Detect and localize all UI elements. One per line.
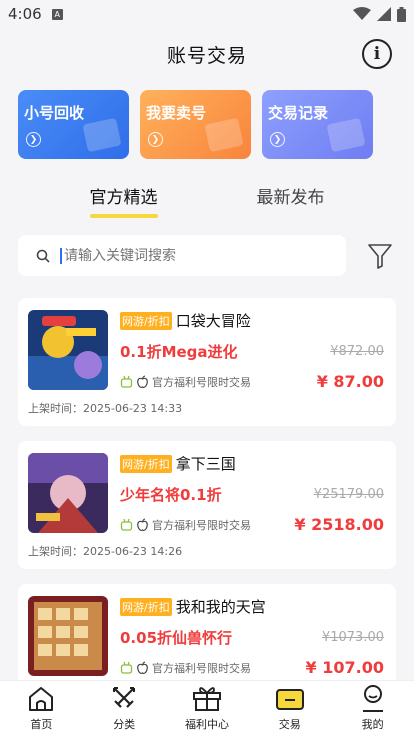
game-name: 口袋大冒险 bbox=[175, 312, 251, 330]
swords-icon bbox=[113, 687, 136, 708]
listing-time: 上架时间：2025-06-23 14:26 bbox=[28, 545, 183, 558]
filter-icon[interactable] bbox=[368, 243, 392, 269]
tabbar-label: 福利中心 bbox=[184, 718, 229, 731]
tile-sell-account[interactable]: 我要卖号 ❯ bbox=[140, 90, 251, 159]
apple-icon bbox=[137, 660, 148, 674]
category-tag: 网游/折扣 bbox=[120, 454, 172, 473]
notification-a-icon: A bbox=[51, 8, 63, 20]
android-icon bbox=[120, 661, 133, 674]
tab-latest[interactable]: 最新发布 bbox=[257, 183, 325, 223]
original-price: ¥25179.00 bbox=[313, 487, 384, 502]
tile-label: 小号回收 bbox=[24, 104, 85, 122]
platform-text: 官方福利号限时交易 bbox=[152, 375, 251, 389]
listing-list: 网游/折扣 口袋大冒险 0.1折Mega进化 ¥872.00 官方福利号限时交易… bbox=[0, 298, 414, 712]
search-box[interactable] bbox=[18, 235, 346, 276]
battery-icon bbox=[397, 6, 406, 22]
listing-card[interactable]: 网游/折扣 拿下三国 少年名将0.1折 ¥25179.00 官方福利号限时交易 … bbox=[18, 441, 396, 569]
signal-icon bbox=[377, 7, 391, 21]
user-icon bbox=[362, 685, 383, 712]
wifi-icon bbox=[353, 7, 371, 20]
tabbar-item-home[interactable]: 首页 bbox=[0, 681, 83, 736]
price: ¥ 87.00 bbox=[316, 372, 384, 391]
home-icon bbox=[29, 687, 54, 711]
tile-label: 我要卖号 bbox=[146, 104, 207, 122]
apple-icon bbox=[137, 517, 148, 531]
info-glyph: i bbox=[373, 44, 381, 64]
game-name: 拿下三国 bbox=[175, 455, 236, 473]
category-tag: 网游/折扣 bbox=[120, 597, 172, 616]
original-price: ¥1073.00 bbox=[321, 630, 384, 645]
category-tag: 网游/折扣 bbox=[120, 311, 172, 330]
tabbar-item-category[interactable]: 分类 bbox=[83, 681, 166, 736]
game-thumbnail bbox=[28, 453, 108, 533]
page-title: 账号交易 bbox=[166, 44, 247, 67]
original-price: ¥872.00 bbox=[330, 344, 384, 359]
arrow-right-icon: ❯ bbox=[270, 132, 285, 147]
search-icon bbox=[36, 249, 50, 263]
tabbar-item-welfare[interactable]: 福利中心 bbox=[166, 681, 249, 736]
listing-tabs: 官方精选 最新发布 bbox=[0, 183, 414, 223]
feature-tiles: 小号回收 ❯ 我要卖号 ❯ 交易记录 ❯ bbox=[0, 90, 414, 159]
apple-icon bbox=[137, 374, 148, 388]
nav-bar: 账号交易 i bbox=[0, 28, 414, 80]
tabbar-item-trade[interactable]: 交易 bbox=[248, 681, 331, 736]
arrow-right-icon: ❯ bbox=[26, 132, 41, 147]
tile-recycle-account[interactable]: 小号回收 ❯ bbox=[18, 90, 129, 159]
status-bar: 4:06 A bbox=[0, 0, 414, 28]
bottom-tab-bar: 首页 分类 福利中心 交易 我的 bbox=[0, 680, 414, 736]
info-icon[interactable]: i bbox=[362, 39, 392, 69]
platform-text: 官方福利号限时交易 bbox=[152, 661, 251, 675]
tab-official-picks[interactable]: 官方精选 bbox=[89, 183, 158, 223]
tile-label: 交易记录 bbox=[268, 104, 329, 122]
tabbar-item-mine[interactable]: 我的 bbox=[331, 681, 414, 736]
tabbar-label: 分类 bbox=[113, 718, 136, 731]
deal-text: 0.05折仙兽怀行 bbox=[120, 629, 233, 647]
tabbar-label: 首页 bbox=[30, 718, 53, 731]
game-thumbnail bbox=[28, 596, 108, 676]
game-name: 我和我的天宫 bbox=[175, 598, 266, 616]
android-icon bbox=[120, 375, 133, 388]
listing-card[interactable]: 网游/折扣 口袋大冒险 0.1折Mega进化 ¥872.00 官方福利号限时交易… bbox=[18, 298, 396, 426]
price: ¥ 2518.00 bbox=[294, 515, 384, 534]
tile-trade-records[interactable]: 交易记录 ❯ bbox=[262, 90, 373, 159]
gift-icon bbox=[192, 687, 221, 711]
tabbar-label: 交易 bbox=[278, 718, 301, 731]
platform-text: 官方福利号限时交易 bbox=[152, 518, 251, 532]
search-row bbox=[0, 235, 414, 276]
android-icon bbox=[120, 518, 133, 531]
price: ¥ 107.00 bbox=[305, 658, 384, 677]
tabbar-label: 我的 bbox=[361, 718, 384, 731]
listing-time: 上架时间：2025-06-23 14:33 bbox=[28, 402, 183, 415]
search-input[interactable] bbox=[60, 247, 300, 264]
arrow-right-icon: ❯ bbox=[148, 132, 163, 147]
wallet-icon bbox=[275, 689, 304, 710]
deal-text: 0.1折Mega进化 bbox=[120, 343, 238, 361]
game-thumbnail bbox=[28, 310, 108, 390]
deal-text: 少年名将0.1折 bbox=[120, 486, 222, 504]
status-time: 4:06 bbox=[8, 5, 42, 23]
